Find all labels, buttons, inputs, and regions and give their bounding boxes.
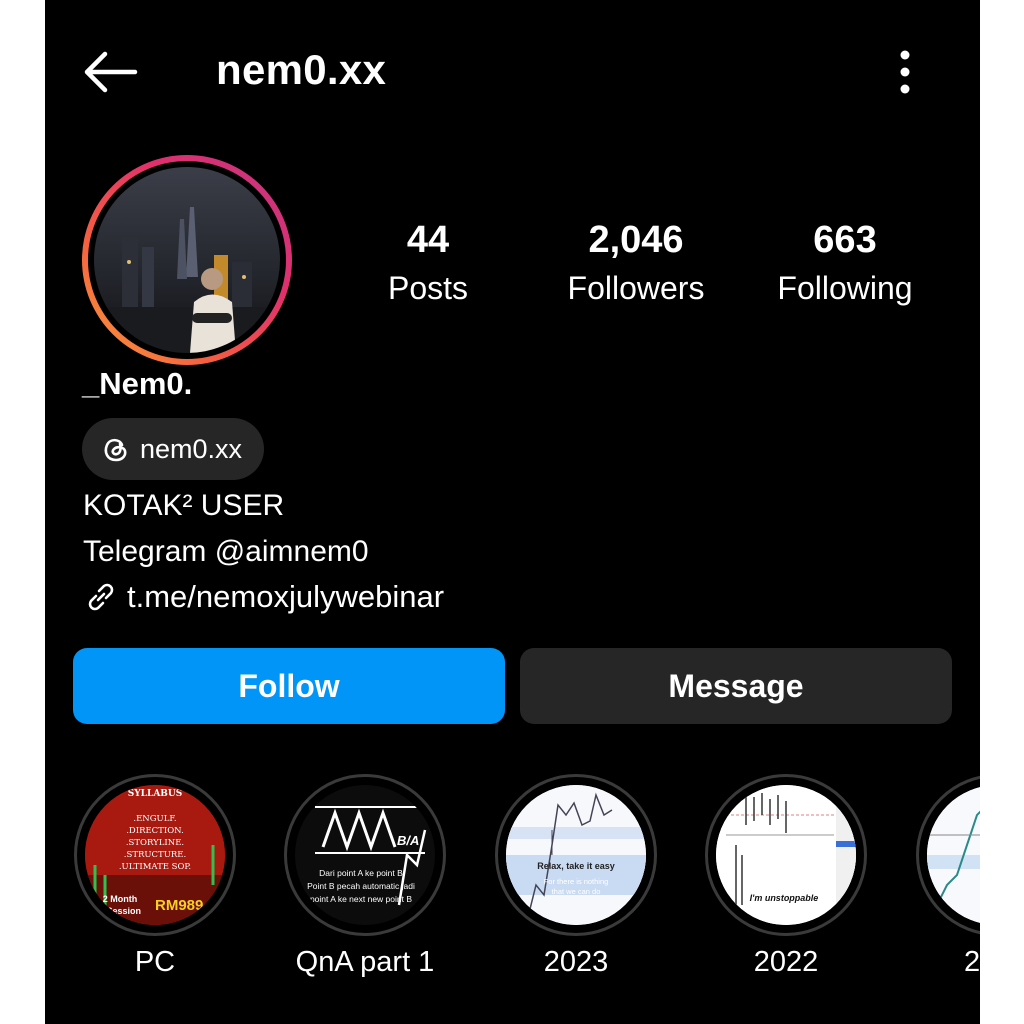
followers-count: 2,046: [588, 219, 684, 261]
cover-text: .ENGULF.: [133, 814, 177, 824]
highlight-item[interactable]: B/A Dari point A ke point B Point B peca…: [284, 774, 446, 979]
bio-link[interactable]: t.me/nemoxjulywebinar: [83, 579, 444, 615]
highlight-item[interactable]: SYLLABUS .ENGULF. .DIRECTION. .STORYLINE…: [74, 774, 236, 979]
posts-label: Posts: [387, 270, 469, 306]
cover-text: .DIRECTION.: [126, 826, 184, 836]
highlight-item[interactable]: Relax, take it easy For there is nothing…: [495, 774, 657, 979]
cover-title: I'm unstoppable: [749, 893, 819, 903]
cover-text: Dari point A ke point B: [319, 868, 403, 878]
highlight-label: 2022: [753, 946, 819, 978]
highlight-cover: Relax, take it easy For there is nothing…: [495, 774, 657, 936]
bio-line: KOTAK² USER: [83, 489, 285, 522]
cover-text: 2 Month: [102, 894, 138, 904]
avatar-photo: [94, 167, 280, 353]
cover-title: SYLLABUS: [127, 789, 183, 799]
threads-icon: [104, 438, 127, 462]
cover-text: point A ke next new point B: [309, 894, 413, 904]
threads-badge[interactable]: nem0.xx: [82, 418, 265, 480]
top-bar: nem0.xx: [45, 30, 980, 114]
username-title: nem0.xx: [216, 46, 387, 93]
avatar[interactable]: [82, 155, 292, 365]
followers-stat[interactable]: 2,046 Followers: [546, 218, 726, 308]
cover-text: 8 Session: [99, 906, 142, 916]
following-label: Following: [777, 270, 913, 306]
cover-text: Point B pecah automatic jadi: [307, 881, 415, 891]
posts-count: 44: [406, 219, 450, 261]
display-name: _Nem0.: [82, 366, 193, 401]
highlight-cover: SYLLABUS .ENGULF. .DIRECTION. .STORYLINE…: [74, 774, 236, 936]
link-icon: [88, 583, 114, 611]
more-options-icon[interactable]: [890, 48, 920, 96]
highlight-label: 2: [964, 946, 980, 978]
cover-text: that we can do: [551, 887, 601, 896]
highlight-label: QnA part 1: [295, 946, 435, 978]
message-button[interactable]: Message: [520, 648, 952, 724]
cover-text: .STRUCTURE.: [123, 850, 187, 860]
highlight-label: PC: [134, 946, 176, 978]
posts-stat[interactable]: 44 Posts: [338, 218, 518, 308]
followers-label: Followers: [567, 270, 705, 306]
highlight-cover: B/A Dari point A ke point B Point B peca…: [284, 774, 446, 936]
back-arrow-icon[interactable]: [81, 50, 139, 94]
profile-screen: nem0.xx 44 Posts 2,046 Followers 663 Fol…: [45, 0, 980, 1024]
following-count: 663: [813, 219, 877, 261]
cover-text: .STORYLINE.: [125, 838, 185, 848]
cover-title: Relax, take it easy: [537, 861, 615, 871]
highlight-cover: I'm unstoppable: [705, 774, 867, 936]
bio-link-text: t.me/nemoxjulywebinar: [127, 579, 445, 614]
cover-price: RM989: [155, 897, 204, 914]
highlight-cover: [916, 774, 980, 936]
highlight-item[interactable]: 2: [916, 774, 980, 979]
cover-text: For there is nothing: [543, 877, 609, 886]
follow-button[interactable]: Follow: [73, 648, 505, 724]
cover-text: .ULTIMATE SOP.: [118, 862, 192, 872]
highlight-label: 2023: [543, 946, 609, 978]
bio-line: Telegram @aimnem0: [83, 535, 369, 568]
cover-text: B/A: [397, 833, 420, 848]
threads-handle: nem0.xx: [140, 433, 243, 464]
following-stat[interactable]: 663 Following: [755, 218, 935, 308]
highlight-item[interactable]: I'm unstoppable 2022: [705, 774, 867, 979]
